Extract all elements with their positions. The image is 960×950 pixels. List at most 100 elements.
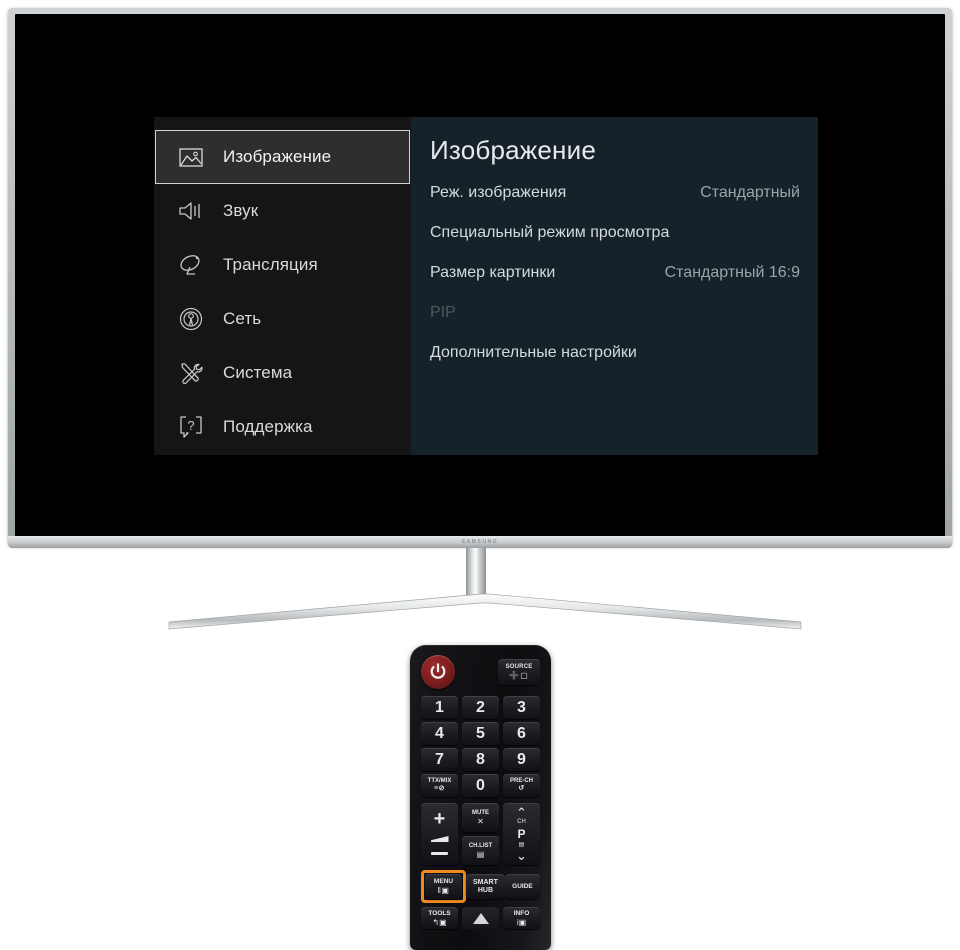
source-icon: ➕▢	[509, 671, 529, 680]
tools-icon	[176, 360, 206, 386]
info-button[interactable]: INFO i▣	[503, 907, 540, 929]
mute-icon: ✕	[477, 816, 484, 826]
ch-list-label: CH.LIST	[468, 842, 493, 849]
dpad-up-button[interactable]	[462, 907, 499, 929]
setting-row-special-viewing-mode[interactable]: Специальный режим просмотра	[430, 224, 800, 264]
number-button-3[interactable]: 3	[503, 696, 540, 719]
sidebar-item-picture[interactable]: Изображение	[155, 130, 410, 184]
broadcast-tower-icon	[176, 306, 206, 332]
ch-list-button[interactable]: CH.LIST ▤	[462, 836, 499, 865]
number-button-1[interactable]: 1	[421, 696, 458, 719]
sidebar-item-sound[interactable]: Звук	[155, 184, 410, 238]
remote-mid-block: + MUTE ✕ CH.LIST ▤ ⌃ CH P ▤ ⌄	[421, 803, 540, 865]
remote-menu-row: MENU ‖▣ SMART HUB GUIDE	[421, 870, 540, 903]
channel-rocker[interactable]: ⌃ CH P ▤ ⌄	[503, 803, 540, 865]
source-label: SOURCE	[505, 664, 533, 670]
picture-icon	[176, 144, 206, 170]
setting-label: Реж. изображения	[430, 184, 567, 201]
number-button-2[interactable]: 2	[462, 696, 499, 719]
volume-rocker[interactable]: +	[421, 803, 458, 865]
number-button-6[interactable]: 6	[503, 722, 540, 745]
tv-stand-base	[165, 592, 805, 630]
info-icon: i▣	[516, 917, 527, 927]
setting-row-advanced-settings[interactable]: Дополнительные настройки	[430, 344, 800, 384]
sidebar-item-label: Звук	[223, 201, 259, 220]
smart-hub-line2: HUB	[477, 886, 494, 894]
tv-screen: Изображение Звук Трансляция Сеть Система…	[15, 14, 945, 537]
tv-settings-menu: Изображение Звук Трансляция Сеть Система…	[154, 117, 818, 455]
tv-frame: Изображение Звук Трансляция Сеть Система…	[8, 8, 952, 546]
mute-label: MUTE	[472, 809, 489, 816]
tv-bottom-bezel: SAMSUNG	[8, 536, 952, 548]
number-button-8[interactable]: 8	[462, 748, 499, 771]
svg-text:?: ?	[187, 418, 194, 433]
sidebar-item-network[interactable]: Сеть	[155, 292, 410, 346]
pre-ch-label: PRE-CH	[509, 778, 533, 784]
guide-button[interactable]: GUIDE	[504, 874, 540, 899]
up-arrow-icon	[472, 912, 489, 924]
sidebar-item-label: Сеть	[223, 309, 262, 328]
setting-label: Специальный режим просмотра	[430, 224, 670, 241]
tools-label: TOOLS	[428, 909, 451, 917]
pre-ch-button[interactable]: PRE-CH ↺	[503, 774, 540, 797]
setting-row-pip: PIP	[430, 304, 800, 344]
number-button-0[interactable]: 0	[462, 774, 499, 797]
sidebar-item-label: Система	[223, 363, 293, 382]
sidebar-item-system[interactable]: Система	[155, 346, 410, 400]
channel-top-mini-icon: CH	[517, 819, 526, 826]
guide-label: GUIDE	[512, 882, 533, 890]
remote-numpad: 1 2 3 4 5 6 7 8 9 TTX/MIX ≡⊘ 0 PRE-CH ↺	[421, 696, 540, 797]
sidebar-item-label: Изображение	[223, 147, 332, 166]
channel-p-label: P	[517, 826, 526, 841]
menu-sidebar: Изображение Звук Трансляция Сеть Система…	[154, 117, 411, 455]
ttx-mix-icon: ≡⊘	[434, 785, 445, 792]
samsung-logo: SAMSUNG	[461, 539, 499, 545]
remote-last-row: TOOLS ↰▣ INFO i▣	[421, 907, 540, 929]
remote-mid-column: MUTE ✕ CH.LIST ▤	[462, 803, 499, 865]
screenshot-root: Изображение Звук Трансляция Сеть Система…	[0, 0, 960, 950]
number-button-4[interactable]: 4	[421, 722, 458, 745]
number-button-5[interactable]: 5	[462, 722, 499, 745]
volume-wedge-icon	[430, 836, 449, 842]
content-title: Изображение	[430, 135, 596, 165]
speaker-icon	[176, 198, 206, 224]
source-button[interactable]: SOURCE ➕▢	[498, 659, 540, 685]
menu-button-highlight: MENU ‖▣	[421, 870, 466, 903]
menu-button[interactable]: MENU ‖▣	[425, 874, 462, 899]
menu-content-panel: Изображение Реж. изображения Стандартный…	[411, 117, 818, 455]
setting-row-picture-mode[interactable]: Реж. изображения Стандартный	[430, 184, 800, 224]
tools-icon: ↰▣	[432, 917, 447, 927]
ttx-mix-label: TTX/MIX	[427, 778, 452, 784]
ttx-mix-button[interactable]: TTX/MIX ≡⊘	[421, 774, 458, 797]
power-button[interactable]	[421, 655, 455, 689]
sidebar-item-label: Поддержка	[223, 417, 313, 436]
sidebar-item-label: Трансляция	[223, 255, 318, 274]
help-bubble-icon: ?	[176, 414, 206, 440]
setting-label: PIP	[430, 304, 456, 321]
mute-button[interactable]: MUTE ✕	[462, 803, 499, 832]
number-button-9[interactable]: 9	[503, 748, 540, 771]
menu-icon: ‖▣	[437, 886, 450, 895]
volume-up-label: +	[433, 808, 446, 830]
pre-ch-icon: ↺	[518, 785, 525, 792]
setting-row-picture-size[interactable]: Размер картинки Стандартный 16:9	[430, 264, 800, 304]
tools-button[interactable]: TOOLS ↰▣	[421, 907, 458, 929]
remote-top-row: SOURCE ➕▢	[421, 655, 540, 689]
ch-list-icon: ▤	[476, 849, 485, 859]
setting-value: Стандартный 16:9	[664, 264, 800, 281]
sidebar-item-broadcast[interactable]: Трансляция	[155, 238, 410, 292]
smart-hub-line1: SMART	[473, 879, 498, 886]
volume-down-icon	[431, 852, 448, 855]
channel-up-icon: ⌃	[516, 804, 527, 820]
channel-down-icon: ⌄	[516, 848, 527, 864]
smart-hub-button[interactable]: SMART HUB	[466, 874, 505, 899]
setting-value: Стандартный	[700, 184, 800, 201]
setting-label: Дополнительные настройки	[430, 344, 637, 361]
satellite-dish-icon	[176, 252, 206, 278]
tv-remote-control: SOURCE ➕▢ 1 2 3 4 5 6 7 8 9 TTX/MIX ≡⊘ 0…	[410, 645, 551, 950]
menu-label: MENU	[433, 878, 454, 885]
sidebar-item-support[interactable]: ? Поддержка	[155, 400, 410, 454]
number-button-7[interactable]: 7	[421, 748, 458, 771]
info-label: INFO	[513, 909, 530, 917]
setting-label: Размер картинки	[430, 264, 556, 281]
